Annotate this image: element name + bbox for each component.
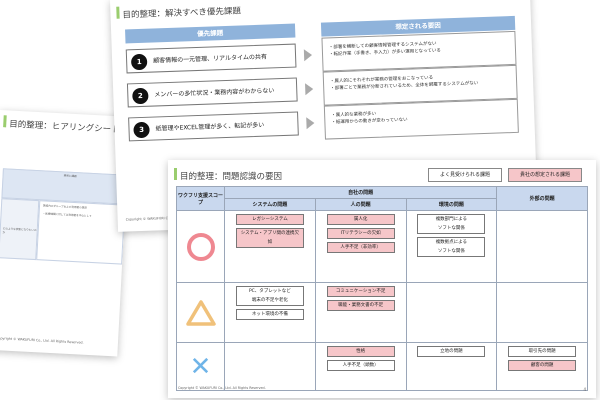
issue-tag: 属人化 [326,214,395,225]
issue-tag: コミュニケーション不足 [326,286,395,297]
issue-tag: 性格 [326,346,395,357]
number-badge: 2 [132,87,149,105]
col-environment: 環境の問題 [405,198,498,211]
table-cell: 施設内のグループおよび利用者の意見 ・医療機関に対しては利用者を中心として [36,200,126,265]
issue-tag: ネット環境の不備 [235,309,304,320]
stage: 目的整理：ヒアリングシート 現状と課題 どのような状態になりたいのか 施設内のグ… [0,0,600,400]
priority-issue-2: 2 メンバーの多忙状況・業務内容がわからない [126,77,298,108]
slide-footer: Copyright © WAKUFURI Co., Ltd. All Right… [0,336,84,345]
cell-ext [496,210,588,283]
arrow-right-icon [305,82,314,96]
issue-tag: 複数拠点による ソフトな関係 [417,237,486,257]
issue-tag: 職能・業務文書の不足 [326,300,395,311]
issue-tag: 立地の問題 [417,346,486,357]
page-number: 4 [583,387,586,392]
triangle-symbol-cell [176,282,225,343]
issue-tag: 人手不足（非効率） [326,242,395,253]
issue-tag: PC、タブレットなど 端末の不足や老化 [235,286,304,306]
slide-title: 目的整理：ヒアリングシート [8,119,120,136]
cross-symbol-cell: ✕ [176,342,225,391]
title-accent-bar [3,115,7,128]
cross-icon: ✕ [189,351,212,382]
cell-people: 属人化 ITリテラシーの欠如 人手不足（非効率） [314,210,407,283]
title-accent-bar [116,6,120,19]
slide-title: 目的整理：問題認識の要因 [180,172,283,182]
title-accent-bar [174,168,177,180]
arrow-right-icon [306,116,315,130]
issue-tag: 複数部門による ソフトな関係 [417,214,486,234]
cell-ext: 取引先の問題 顧客の問題 [496,342,588,391]
issue-tag: 顧客の問題 [508,360,577,371]
table-row-label: どのような状態になりたいのか [0,198,40,261]
number-badge: 1 [130,53,148,71]
slide-title: 目的整理：解決すべき優先課題 [122,6,242,21]
legend-company-issues[interactable]: 貴社の想定される課題 [508,168,582,182]
header-external: 外部の問題 [496,186,588,211]
cause-box-3: ・属人的な業務が多い ・紙運用からの動きが変わっていない [323,98,519,140]
triangle-icon [185,299,216,326]
number-badge: 3 [133,121,150,139]
row-label-text: どのような状態になりたいのか [2,227,37,235]
legend-common-issues[interactable]: よく見受けられる課題 [428,168,502,182]
arrow-right-icon [303,48,313,62]
issue-tag: 人手不足（頭数） [326,360,395,371]
issue-tag: システム・アプリ間の連携欠如 [235,228,304,248]
cell-env [405,282,498,343]
issue-tag: ITリテラシーの欠如 [326,228,395,239]
cell-env: 立地の問題 [405,342,498,391]
issue-text: 顧客情報の一元管理、リアルタイムの共有 [153,53,268,65]
cell-ext [496,282,588,343]
issue-text: メンバーの多忙状況・業務内容がわからない [154,87,275,99]
cell-people: 性格人手不足（頭数） [314,342,407,391]
cell-text-2: ・医療機関に対しては利用者を中心として [42,212,92,218]
matrix-row-triangle: PC、タブレットなど 端末の不足や老化 ネット環境の不備 コミュニケーション不足 職能… [176,282,588,343]
cell-system: PC、タブレットなど 端末の不足や老化ネット環境の不備 [224,282,316,343]
priority-issue-3: 3 紙管理やEXCEL管理が多く、転記が多い [128,111,299,142]
cell-env: 複数部門による ソフトな関係 複数拠点による ソフトな関係 [405,210,498,283]
scope-label: ワクフリ支援スコープ [176,186,225,211]
header-text: 現状と課題 [63,174,77,179]
priority-issue-1: 1 顧客情報の一元管理、リアルタイムの共有 [125,43,297,74]
slide-hearing-sheet[interactable]: 目的整理：ヒアリングシート 現状と課題 どのような状態になりたいのか 施設内のグ… [0,110,130,357]
col-people: 人の問題 [314,198,407,211]
slide-footer: Copyright © WAKUFURI Co., Ltd. All Right… [178,386,266,390]
slide-problem-causes[interactable]: 目的整理：問題認識の要因 よく見受けられる課題 貴社の想定される課題 ワクフリ支… [168,160,596,398]
header-internal: 自社の問題 [223,186,498,199]
circle-symbol-cell [176,210,225,283]
problem-matrix: ワクフリ支援スコープ 自社の問題 外部の問題 システムの問題 人の問題 環境の問… [176,186,588,391]
cell-system: レガシーシステムシステム・アプリ間の連携欠如 [224,210,316,283]
header-priority: 優先課題 [125,23,296,44]
cell-people: コミュニケーション不足 職能・業務文書の不足 [314,282,407,343]
circle-icon [186,232,215,261]
col-system: システムの問題 [224,198,316,211]
cell-text-1: 施設内のグループおよび利用者の意見 [42,204,88,210]
issue-tag: レガシーシステム [235,214,304,225]
cell-system [224,342,316,391]
issue-text: 紙管理やEXCEL管理が多く、転記が多い [155,121,265,133]
matrix-row-cross: ✕ 性格 人手不足（頭数） 立地の問題 取引先の問題 顧客の問題 [176,342,588,391]
matrix-row-circle: レガシーシステム システム・アプリ間の連携欠如 属人化 ITリテラシーの欠如 人手不足（… [176,210,588,283]
issue-tag: 取引先の問題 [508,346,577,357]
